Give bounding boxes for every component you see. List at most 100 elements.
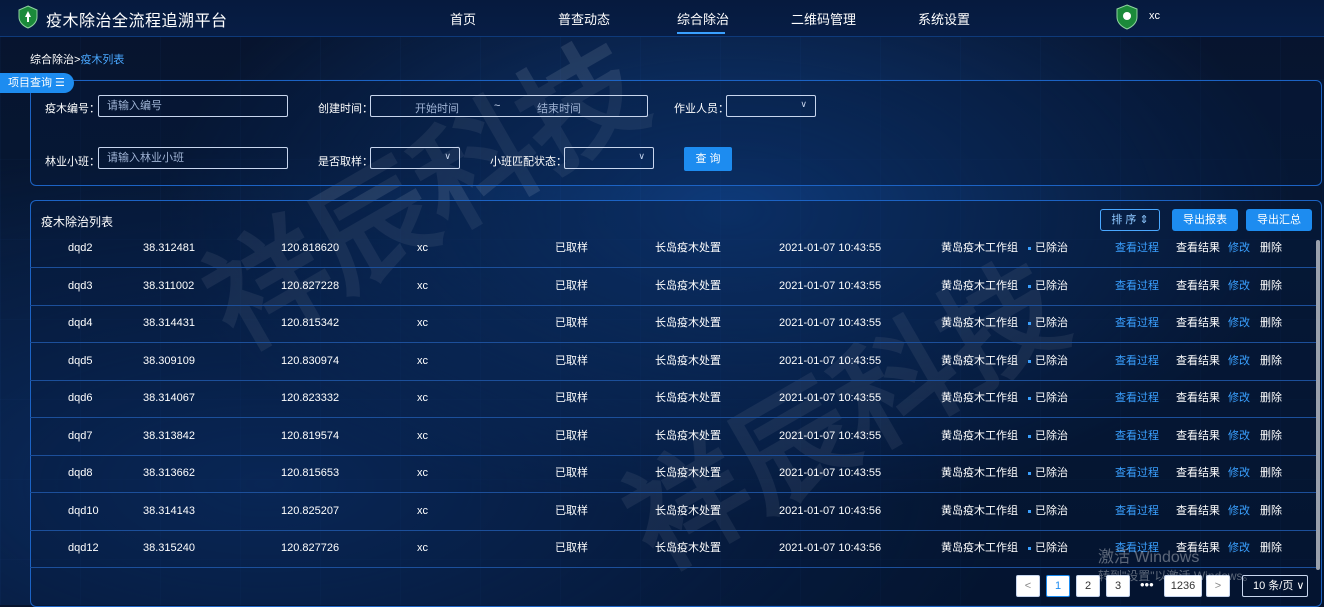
status-text: 已除治 [1035, 355, 1068, 367]
cell-user: xc [417, 467, 428, 479]
view-process-link[interactable]: 查看过程 [1115, 380, 1159, 417]
view-result-link[interactable]: 查看结果 [1176, 268, 1220, 305]
range-separator: ~ [494, 100, 501, 112]
view-process-link[interactable]: 查看过程 [1115, 418, 1159, 455]
list-title: 疫木除治列表 [41, 215, 114, 229]
cell-id: dqd12 [68, 542, 99, 554]
status-dot-icon [1028, 246, 1031, 250]
query-button[interactable]: 查 询 [684, 147, 732, 171]
cell-status: 已除治 [1028, 305, 1068, 342]
edit-link[interactable]: 修改 [1228, 418, 1250, 455]
query-panel-tag[interactable]: 项目查询 ☰ [0, 73, 74, 93]
cell-user: xc [417, 280, 428, 292]
delete-link[interactable]: 删除 [1260, 305, 1282, 342]
nav-survey[interactable]: 普查动态 [558, 9, 610, 28]
export-summary-button[interactable]: 导出汇总 [1246, 209, 1312, 231]
cell-sample: 已取样 [555, 467, 588, 479]
cell-lat: 38.314067 [143, 392, 195, 404]
nav-home[interactable]: 首页 [450, 9, 476, 28]
view-process-link[interactable]: 查看过程 [1115, 268, 1159, 305]
view-process-link[interactable]: 查看过程 [1115, 230, 1159, 267]
edit-link[interactable]: 修改 [1228, 230, 1250, 267]
code-input[interactable]: 请输入编号 [98, 95, 288, 117]
edit-link[interactable]: 修改 [1228, 268, 1250, 305]
breadcrumb: 综合除治>疫木列表 [30, 51, 124, 67]
cell-user: xc [417, 430, 428, 442]
delete-link[interactable]: 删除 [1260, 455, 1282, 492]
edit-link[interactable]: 修改 [1228, 343, 1250, 380]
view-process-link[interactable]: 查看过程 [1115, 343, 1159, 380]
view-process-link[interactable]: 查看过程 [1115, 305, 1159, 342]
edit-link[interactable]: 修改 [1228, 455, 1250, 492]
worker-select[interactable]: ∨ [726, 95, 816, 117]
nav-qrcode[interactable]: 二维码管理 [791, 9, 856, 28]
edit-link[interactable]: 修改 [1228, 530, 1250, 567]
cell-lng: 120.815653 [281, 467, 340, 479]
cell-group: 黄岛疫木工作组 [941, 355, 1018, 367]
delete-link[interactable]: 删除 [1260, 230, 1282, 267]
match-status-label: 小班匹配状态： [490, 156, 567, 168]
cell-id: dqd8 [68, 467, 93, 479]
view-process-link[interactable]: 查看过程 [1115, 493, 1159, 530]
app-title: 疫木除治全流程追溯平台 [46, 13, 228, 30]
table-row: dqd2 38.312481 120.818620 xc 已取样 长岛疫木处置 2021-0… [30, 230, 1316, 268]
forest-class-input[interactable]: 请输入林业小班 [98, 147, 288, 169]
cell-disposal: 长岛疫木处置 [655, 467, 721, 479]
cell-sample: 已取样 [555, 392, 588, 404]
cell-lat: 38.314143 [143, 505, 195, 517]
edit-link[interactable]: 修改 [1228, 493, 1250, 530]
edit-link[interactable]: 修改 [1228, 380, 1250, 417]
end-time-input[interactable]: 结束时间 [537, 100, 581, 116]
nav-treatment[interactable]: 综合除治 [677, 9, 729, 28]
status-dot-icon [1028, 284, 1031, 288]
view-result-link[interactable]: 查看结果 [1176, 418, 1220, 455]
view-result-link[interactable]: 查看结果 [1176, 380, 1220, 417]
export-report-button[interactable]: 导出报表 [1172, 209, 1238, 231]
view-result-link[interactable]: 查看结果 [1176, 455, 1220, 492]
delete-link[interactable]: 删除 [1260, 530, 1282, 567]
table-row: dqd7 38.313842 120.819574 xc 已取样 长岛疫木处置 2021-0… [30, 418, 1316, 456]
cell-time: 2021-01-07 10:43:55 [779, 242, 882, 254]
user-name[interactable]: xc [1149, 10, 1160, 22]
delete-link[interactable]: 删除 [1260, 493, 1282, 530]
cell-status: 已除治 [1028, 455, 1068, 492]
delete-link[interactable]: 删除 [1260, 418, 1282, 455]
table-scrollbar[interactable] [1316, 240, 1320, 570]
cell-disposal: 长岛疫木处置 [655, 242, 721, 254]
breadcrumb-root[interactable]: 综合除治> [30, 54, 80, 66]
sampled-select[interactable]: ∨ [370, 147, 460, 169]
cell-id: dqd2 [68, 242, 93, 254]
cell-sample: 已取样 [555, 542, 588, 554]
view-result-link[interactable]: 查看结果 [1176, 343, 1220, 380]
view-result-link[interactable]: 查看结果 [1176, 305, 1220, 342]
view-result-link[interactable]: 查看结果 [1176, 493, 1220, 530]
cell-status: 已除治 [1028, 268, 1068, 305]
cell-status: 已除治 [1028, 530, 1068, 567]
delete-link[interactable]: 删除 [1260, 380, 1282, 417]
view-result-link[interactable]: 查看结果 [1176, 230, 1220, 267]
cell-disposal: 长岛疫木处置 [655, 542, 721, 554]
cell-sample: 已取样 [555, 317, 588, 329]
cell-status: 已除治 [1028, 343, 1068, 380]
start-time-input[interactable]: 开始时间 [415, 100, 459, 116]
cell-group: 黄岛疫木工作组 [941, 317, 1018, 329]
created-time-range[interactable] [370, 95, 648, 117]
page-2-button[interactable]: 2 [1076, 575, 1100, 597]
view-process-link[interactable]: 查看过程 [1115, 455, 1159, 492]
cell-lat: 38.313662 [143, 467, 195, 479]
edit-link[interactable]: 修改 [1228, 305, 1250, 342]
delete-link[interactable]: 删除 [1260, 268, 1282, 305]
created-time-label: 创建时间： [318, 103, 373, 115]
chevron-down-icon: ∨ [800, 99, 807, 109]
cell-id: dqd10 [68, 505, 99, 517]
cell-time: 2021-01-07 10:43:55 [779, 355, 882, 367]
sort-button[interactable]: 排 序 ⇕ [1100, 209, 1160, 231]
page-1-button[interactable]: 1 [1046, 575, 1070, 597]
cell-time: 2021-01-07 10:43:55 [779, 392, 882, 404]
prev-page-button[interactable]: < [1016, 575, 1040, 597]
match-status-select[interactable]: ∨ [564, 147, 654, 169]
user-avatar-icon[interactable] [1114, 4, 1140, 30]
delete-link[interactable]: 删除 [1260, 343, 1282, 380]
cell-lng: 120.825207 [281, 505, 340, 517]
nav-settings[interactable]: 系统设置 [918, 9, 970, 28]
